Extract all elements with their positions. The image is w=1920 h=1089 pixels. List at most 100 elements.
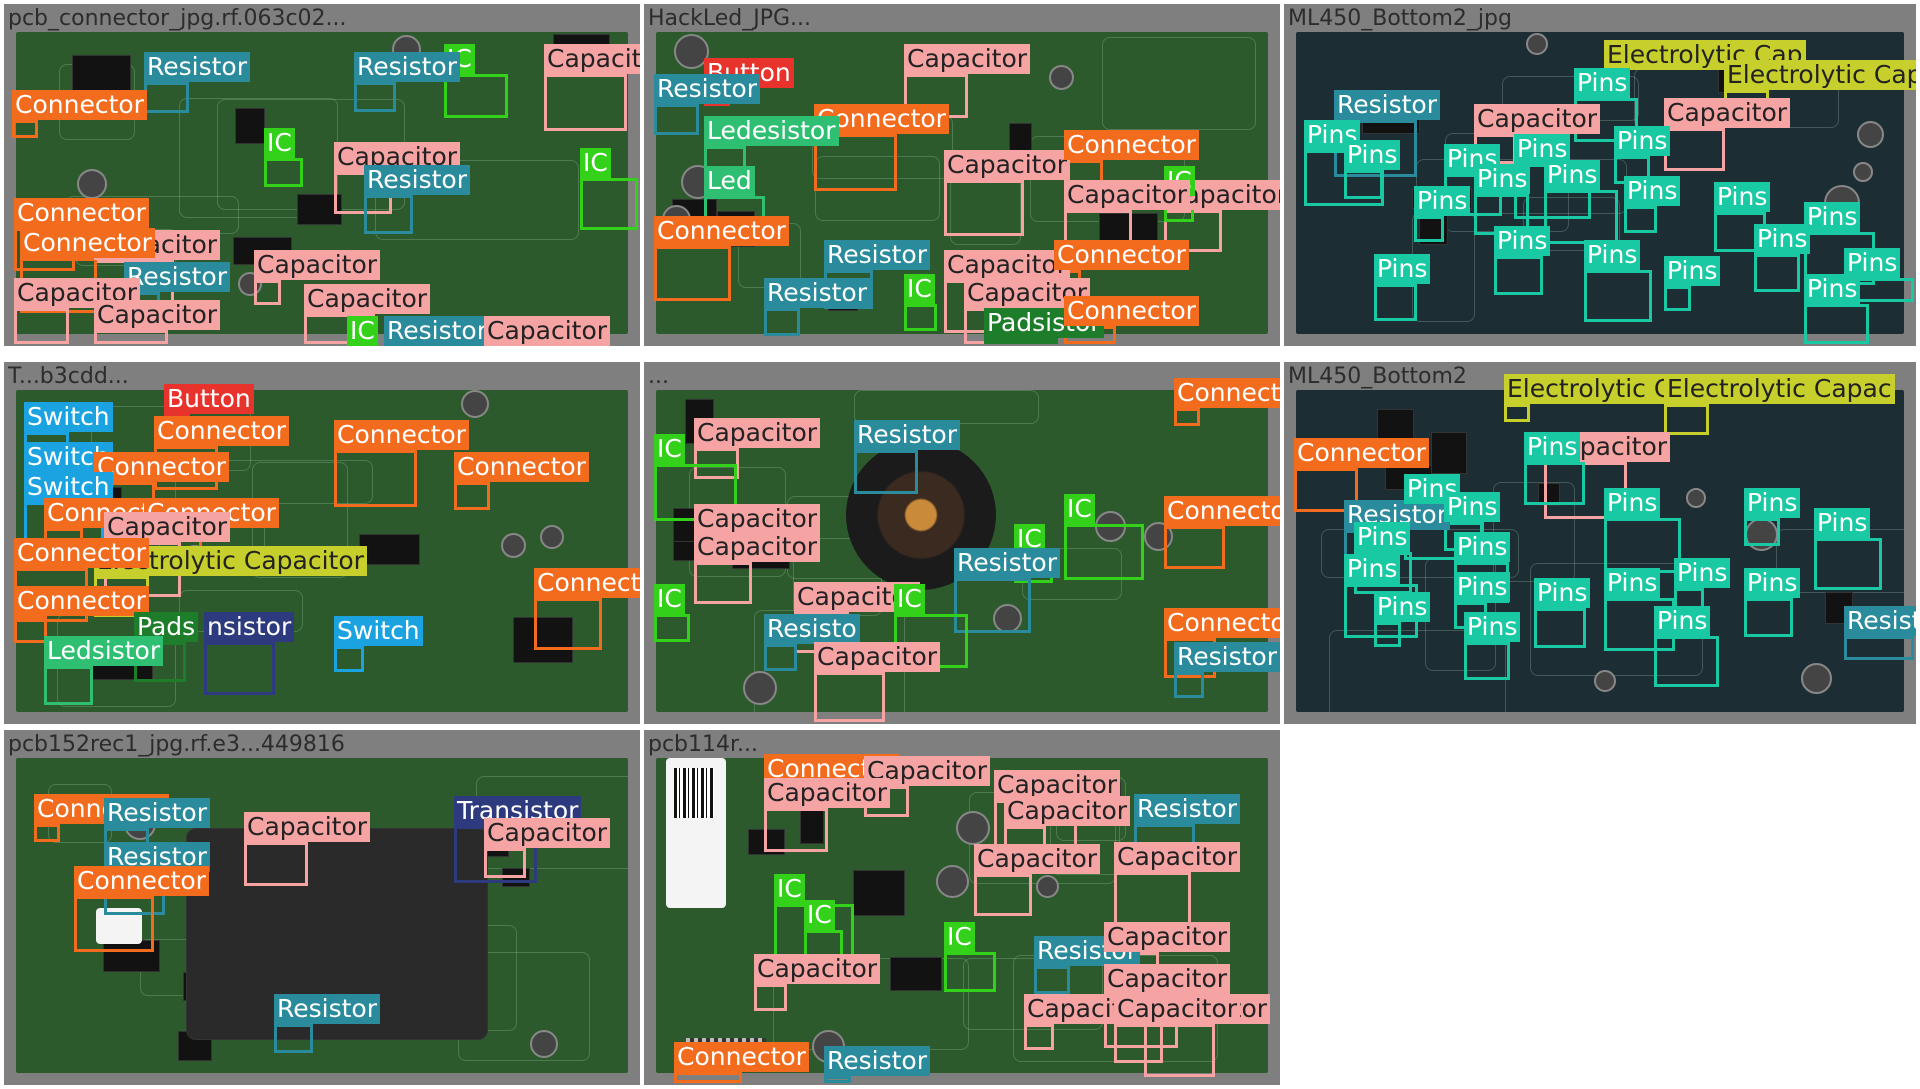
detection-label: Resistor <box>1174 642 1280 672</box>
detection-label: Pins <box>1624 176 1681 206</box>
pcb-capacitor-body <box>1049 65 1074 90</box>
detection-label: IC <box>654 434 685 464</box>
bounding-box <box>34 824 60 842</box>
detection-label: Capacitor <box>94 300 221 330</box>
bounding-box <box>1164 526 1225 569</box>
detection-label: Capacitor <box>974 844 1101 874</box>
detection-label: Connector <box>334 420 469 450</box>
detection-label: Capacitor <box>1114 994 1241 1024</box>
detection-label: Capacitor <box>1114 842 1241 872</box>
detection-label: Resistor <box>144 52 250 82</box>
detection-label: Pins <box>1584 240 1641 270</box>
detection-label: IC <box>654 584 685 614</box>
detection-label: Resistor <box>824 240 930 270</box>
pcb-capacitor-body <box>1853 162 1873 182</box>
detection-label: Switch <box>334 616 423 646</box>
detection-label: Pins <box>1454 532 1511 562</box>
detection-label: Connector <box>94 452 229 482</box>
detection-label: Pins <box>1474 164 1531 194</box>
bounding-box <box>1024 1024 1054 1050</box>
tile-filename: ... <box>648 364 669 389</box>
mosaic-tile: pcb114r... Connector Capacitor Capacitor Cap… <box>644 730 1280 1085</box>
mosaic-tile: ML450_Bottom2 Electrolytic C Electrolytic … <box>1284 362 1916 724</box>
bounding-box <box>334 646 364 672</box>
detection-label: IC <box>944 922 975 952</box>
pcb-capacitor-body <box>540 525 564 549</box>
pcb-chip <box>359 534 420 565</box>
detection-label: Capacitor <box>694 504 821 534</box>
bounding-box <box>454 482 490 510</box>
detection-label: Connector <box>1174 378 1280 408</box>
bounding-box <box>334 450 417 507</box>
detection-label: Pins <box>1464 612 1521 642</box>
bounding-box <box>74 896 154 952</box>
bounding-box <box>534 598 602 650</box>
detection-label: Connector <box>454 452 589 482</box>
detection-label: Pins <box>1754 224 1811 254</box>
detection-label: Pins <box>1454 572 1511 602</box>
bounding-box <box>94 330 168 344</box>
detection-label: Capacitor <box>1004 796 1131 826</box>
bounding-box <box>974 874 1032 916</box>
detection-label: Capacitor <box>1474 104 1601 134</box>
detection-label: Pins <box>1664 256 1721 286</box>
detection-label: Resistor <box>1334 90 1440 120</box>
detection-label: Connector <box>1164 496 1280 526</box>
detection-label: Pins <box>1804 202 1861 232</box>
detection-label: Resistor <box>384 316 490 346</box>
detection-label: Resistor <box>1844 606 1916 636</box>
bounding-box <box>264 158 303 187</box>
tile-filename: pcb_connector_jpg.rf.063c02... <box>8 6 347 31</box>
detection-label: Connector <box>14 586 149 616</box>
pcb-capacitor-body <box>743 671 777 705</box>
detection-label: Capacitor <box>484 818 611 848</box>
detection-label: Ledesistor <box>704 116 839 146</box>
tile-filename: T...b3cdd... <box>8 364 129 389</box>
detection-label: Capacitor <box>484 316 611 346</box>
tile-filename: HackLed_JPG... <box>648 6 812 31</box>
detection-label: Pins <box>1344 140 1401 170</box>
bounding-box <box>1064 524 1144 580</box>
pcb-chip <box>1431 432 1467 474</box>
tile-filename: pcb152rec1_jpg.rf.e3...449816 <box>8 732 345 757</box>
detection-label: IC <box>1064 494 1095 524</box>
bounding-box <box>764 808 828 852</box>
detection-label: Resistor <box>104 798 210 828</box>
pcb-capacitor-body <box>956 811 990 845</box>
bounding-box <box>984 338 1058 344</box>
bounding-box <box>1114 872 1191 927</box>
detection-label: Resistor <box>274 994 380 1024</box>
detection-label: Pins <box>1714 182 1771 212</box>
bounding-box <box>1664 128 1725 171</box>
detection-label: Connector <box>74 866 209 896</box>
bounding-box <box>654 104 699 135</box>
bounding-box <box>204 642 275 695</box>
detection-label: Connector <box>20 228 155 258</box>
detection-label: Pins <box>1804 274 1861 304</box>
bounding-box <box>1754 254 1800 292</box>
detection-label: nsistor <box>204 612 295 642</box>
bounding-box <box>1804 304 1869 344</box>
detection-label: Connector <box>674 1042 809 1072</box>
bounding-box <box>654 246 731 301</box>
bounding-box <box>1844 636 1914 660</box>
detection-label: Pins <box>1814 508 1871 538</box>
bounding-box <box>274 1024 313 1053</box>
bounding-box <box>854 450 918 494</box>
bounding-box <box>484 848 526 878</box>
tile-filename: ML450_Bottom2 <box>1288 364 1467 389</box>
detection-label: Connector <box>1064 130 1199 160</box>
bounding-box <box>1584 270 1652 322</box>
bounding-box <box>814 672 885 722</box>
detection-label: IC <box>774 874 805 904</box>
bounding-box <box>694 562 752 604</box>
bounding-box <box>1374 622 1401 647</box>
detection-label: Resistor <box>354 52 460 82</box>
detection-label: Capacitor <box>254 250 381 280</box>
bounding-box <box>254 280 281 305</box>
bounding-box <box>1464 642 1510 680</box>
bounding-box <box>1174 408 1200 426</box>
pcb-chip <box>890 957 942 991</box>
detection-label: Pins <box>1654 606 1711 636</box>
bounding-box <box>144 82 189 113</box>
